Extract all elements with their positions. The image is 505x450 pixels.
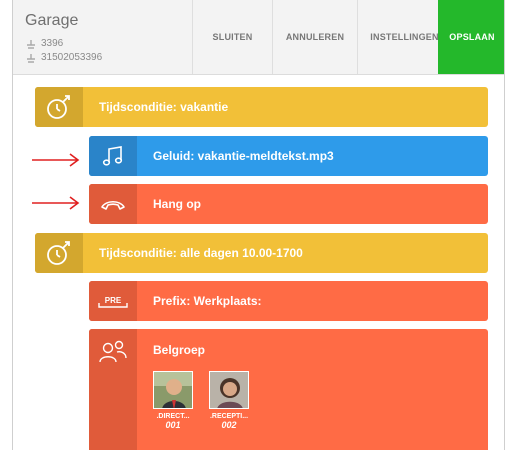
member-avatar bbox=[153, 371, 193, 409]
prefix-block[interactable]: PRE Prefix: Werkplaats: bbox=[89, 281, 488, 321]
phone-number-text: 31502053396 bbox=[41, 52, 103, 63]
clock-icon bbox=[35, 87, 83, 127]
phone-number: 31502053396 bbox=[25, 52, 102, 63]
group-icon bbox=[89, 329, 137, 450]
hang-up-block[interactable]: Hang op bbox=[89, 184, 488, 224]
member-name: .DIRECT... bbox=[156, 413, 190, 420]
member-extension: 001 bbox=[165, 420, 181, 430]
sound-block[interactable]: Geluid: vakantie-meldtekst.mp3 bbox=[89, 136, 488, 176]
hang-up-phone-icon bbox=[89, 184, 137, 224]
member-name: .RECEPTI... bbox=[209, 413, 249, 420]
phone-number-icon bbox=[27, 39, 35, 49]
time-condition-block-alle-dagen[interactable]: Tijdsconditie: alle dagen 10.00-1700 bbox=[35, 233, 488, 273]
header-bar: Garage 3396 31502053396 SLUITEN ANNULERE… bbox=[13, 0, 504, 75]
call-group-body: Belgroep .DIRECT... 001 .RECEPTI... 002 bbox=[137, 329, 249, 430]
group-member[interactable]: .DIRECT... 001 bbox=[153, 371, 193, 430]
extension-number-text: 3396 bbox=[41, 38, 64, 49]
close-button[interactable]: SLUITEN bbox=[192, 0, 272, 74]
time-condition-block-vakantie[interactable]: Tijdsconditie: vakantie bbox=[35, 87, 488, 127]
ivr-editor-panel: Garage 3396 31502053396 SLUITEN ANNULERE… bbox=[12, 0, 505, 450]
prefix-icon-text: PRE bbox=[105, 296, 122, 305]
music-note-icon bbox=[89, 136, 137, 176]
annotation-arrow-icon bbox=[32, 153, 80, 167]
row-label: Tijdsconditie: vakantie bbox=[99, 100, 229, 114]
row-label: Geluid: vakantie-meldtekst.mp3 bbox=[153, 149, 334, 163]
row-label: Hang op bbox=[153, 197, 201, 211]
call-group-block[interactable]: Belgroep .DIRECT... 001 .RECEPTI... 002 bbox=[89, 329, 488, 450]
row-label: Tijdsconditie: alle dagen 10.00-1700 bbox=[99, 246, 303, 260]
member-extension: 002 bbox=[221, 420, 237, 430]
row-label: Belgroep bbox=[153, 343, 206, 357]
row-label: Prefix: Werkplaats: bbox=[153, 294, 262, 308]
group-member[interactable]: .RECEPTI... 002 bbox=[209, 371, 249, 430]
clock-icon bbox=[35, 233, 83, 273]
settings-button[interactable]: INSTELLINGEN bbox=[357, 0, 451, 74]
cancel-button[interactable]: ANNULEREN bbox=[272, 0, 357, 74]
prefix-icon: PRE bbox=[89, 281, 137, 321]
annotation-arrow-icon bbox=[32, 196, 80, 210]
phone-number-icon bbox=[27, 53, 35, 63]
save-button[interactable]: OPSLAAN bbox=[438, 0, 504, 74]
page-title: Garage bbox=[25, 12, 79, 29]
member-avatar bbox=[209, 371, 249, 409]
group-members: .DIRECT... 001 .RECEPTI... 002 bbox=[153, 371, 249, 430]
extension-number: 3396 bbox=[25, 38, 63, 49]
